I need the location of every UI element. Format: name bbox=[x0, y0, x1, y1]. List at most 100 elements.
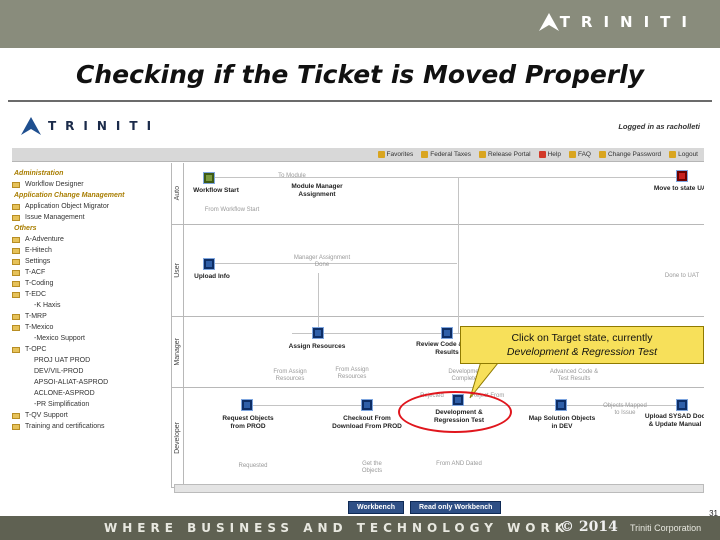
folder-icon bbox=[12, 313, 20, 320]
folder-icon bbox=[12, 203, 20, 210]
sidebar-item-e-hitech[interactable]: E-Hitech bbox=[12, 245, 170, 256]
sidebar-item-t-mrp[interactable]: T-MRP bbox=[12, 311, 170, 322]
move-to-uat-node[interactable] bbox=[676, 170, 688, 182]
brand-logo-text: TRINITI bbox=[559, 13, 698, 31]
key-icon bbox=[598, 151, 606, 158]
horizontal-scrollbar[interactable] bbox=[174, 484, 704, 493]
sidebar-item-mexico-support[interactable]: -Mexico Support bbox=[12, 333, 170, 344]
lane-label-developer: Developer bbox=[174, 421, 181, 454]
highlight-circle bbox=[398, 391, 512, 433]
lane-label-manager: Manager bbox=[174, 338, 181, 366]
folder-icon bbox=[12, 291, 20, 298]
module-assignment-label: Module Manager Assignment bbox=[291, 183, 343, 198]
sidebar-item-object-migrator[interactable]: Application Object Migrator bbox=[12, 201, 170, 212]
upload-info-label: Upload Info bbox=[194, 273, 230, 280]
sidebar-item-dev-vil-prod[interactable]: DEV/VIL-PROD bbox=[12, 366, 170, 377]
from-assign-label: From Assign Resources bbox=[335, 367, 369, 380]
lane-auto: Auto bbox=[172, 163, 704, 225]
requested-label: Requested bbox=[238, 463, 268, 469]
sidebar-item-apsoi-aliat-asprod[interactable]: APSOI-ALIAT-ASPROD bbox=[12, 377, 170, 388]
sidebar-item-t-acf[interactable]: T-ACF bbox=[12, 267, 170, 278]
brand-logo: TRINITI bbox=[538, 12, 698, 32]
request-objects-node[interactable] bbox=[241, 399, 253, 411]
sidebar-item-pr-simplification[interactable]: -PR Simplification bbox=[12, 399, 170, 410]
assign-resources-label: Assign Resources bbox=[288, 343, 346, 350]
lane-label-auto: Auto bbox=[174, 186, 181, 201]
folder-icon bbox=[12, 236, 20, 243]
logged-in-text: Logged in as racholleti bbox=[618, 122, 700, 131]
sidebar-item-settings[interactable]: Settings bbox=[12, 256, 170, 267]
edge bbox=[458, 177, 459, 333]
folder-icon bbox=[12, 423, 20, 430]
sidebar-heading-acm: Application Change Management bbox=[14, 192, 125, 199]
workflow-start-node[interactable] bbox=[203, 172, 215, 184]
toolbar-federal-taxes[interactable]: Federal Taxes bbox=[421, 151, 471, 158]
lane-label-user: User bbox=[174, 263, 181, 278]
folder-icon bbox=[12, 247, 20, 254]
sidebar-item-aclone-asprod[interactable]: ACLONE-ASPROD bbox=[12, 388, 170, 399]
logout-icon bbox=[669, 151, 677, 158]
workbench-buttons: Workbench Read only Workbench bbox=[348, 501, 502, 514]
copyright-symbol: © bbox=[560, 519, 574, 535]
sidebar-item-t-qv-support[interactable]: T-QV Support bbox=[12, 410, 170, 421]
footer-corp: Triniti Corporation bbox=[630, 523, 702, 533]
sidebar-item-proj-uat-prod[interactable]: PROJ UAT PROD bbox=[12, 355, 170, 366]
assign-resources-node[interactable] bbox=[312, 327, 324, 339]
app-logo: TRINITI bbox=[20, 116, 160, 136]
tax-icon bbox=[421, 151, 429, 158]
toolbar-release-portal[interactable]: Release Portal bbox=[478, 151, 531, 158]
sidebar-item-t-mexico[interactable]: T-Mexico bbox=[12, 322, 170, 333]
from-assign-resources-label: From Assign Resources bbox=[273, 369, 307, 382]
toolbar-faq[interactable]: FAQ bbox=[568, 151, 591, 158]
checkout-node[interactable] bbox=[361, 399, 373, 411]
sidebar-heading-administration: Administration bbox=[14, 170, 64, 177]
toolbar-change-password[interactable]: Change Password bbox=[598, 151, 661, 158]
app-screenshot: TRINITI Logged in as racholleti Favorite… bbox=[8, 108, 704, 516]
footer-slogan: WHERE BUSINESS AND TECHNOLOGY WORK bbox=[104, 521, 570, 535]
folder-icon bbox=[12, 280, 20, 287]
upload-info-node[interactable] bbox=[203, 258, 215, 270]
top-banner: TRINITI bbox=[0, 0, 720, 48]
manager-assignment-done-label: Manager Assignment Done bbox=[293, 255, 351, 268]
advanced-label: Advanced Code & Test Results bbox=[549, 369, 599, 382]
sidebar-item-workflow-designer[interactable]: Workflow Designer bbox=[12, 179, 170, 190]
toolbar-logout[interactable]: Logout bbox=[669, 151, 698, 158]
footer-band: WHERE BUSINESS AND TECHNOLOGY WORK © 201… bbox=[0, 516, 720, 540]
workbench-button[interactable]: Workbench bbox=[348, 501, 404, 514]
instruction-callout: Click on Target state, currently Develop… bbox=[460, 326, 704, 364]
sidebar-item-training[interactable]: Training and certifications bbox=[12, 421, 170, 432]
footer-year: © 2014 bbox=[560, 519, 618, 535]
review-code-node[interactable] bbox=[441, 327, 453, 339]
workflow-start-label: Workflow Start bbox=[193, 187, 239, 194]
sidebar-item-k-haxis[interactable]: -K Haxis bbox=[12, 300, 170, 311]
triniti-logo-icon bbox=[21, 117, 41, 135]
read-only-workbench-button[interactable]: Read only Workbench bbox=[410, 501, 502, 514]
slide-title: Checking if the Ticket is Moved Properly bbox=[75, 60, 645, 89]
upload-sysad-label: Upload SYSAD Doc & Update Manual bbox=[644, 413, 704, 428]
folder-icon bbox=[12, 412, 20, 419]
sidebar-item-t-coding[interactable]: T-Coding bbox=[12, 278, 170, 289]
toolbar-favorites[interactable]: Favorites bbox=[377, 151, 413, 158]
title-divider bbox=[8, 100, 712, 102]
request-objects-label: Request Objects from PROD bbox=[222, 415, 274, 430]
sidebar-item-issue-management[interactable]: Issue Management bbox=[12, 212, 170, 223]
map-solution-label: Map Solution Objects in DEV bbox=[528, 415, 596, 430]
checkout-label: Checkout From Download From PROD bbox=[332, 415, 402, 430]
folder-icon bbox=[12, 214, 20, 221]
done-label: Done to UAT bbox=[664, 273, 700, 279]
sidebar-item-t-edc[interactable]: T-EDC bbox=[12, 289, 170, 300]
from-workflow-start-label: From Workflow Start bbox=[204, 207, 260, 213]
lane-user: User bbox=[172, 225, 704, 317]
sidebar-item-a-adventure[interactable]: A-Adventure bbox=[12, 234, 170, 245]
sidebar-item-t-opc[interactable]: T-OPC bbox=[12, 344, 170, 355]
sidebar: Administration Workflow Designer Applica… bbox=[12, 168, 170, 468]
toolbar-help[interactable]: Help bbox=[538, 151, 561, 158]
to-module-label: To Module bbox=[278, 173, 306, 179]
triniti-logo-icon bbox=[538, 13, 559, 31]
faq-icon bbox=[568, 151, 576, 158]
upload-sysad-node[interactable] bbox=[676, 399, 688, 411]
year-text: 2014 bbox=[578, 519, 618, 535]
map-solution-node[interactable] bbox=[555, 399, 567, 411]
folder-icon bbox=[12, 324, 20, 331]
folder-icon bbox=[12, 258, 20, 265]
